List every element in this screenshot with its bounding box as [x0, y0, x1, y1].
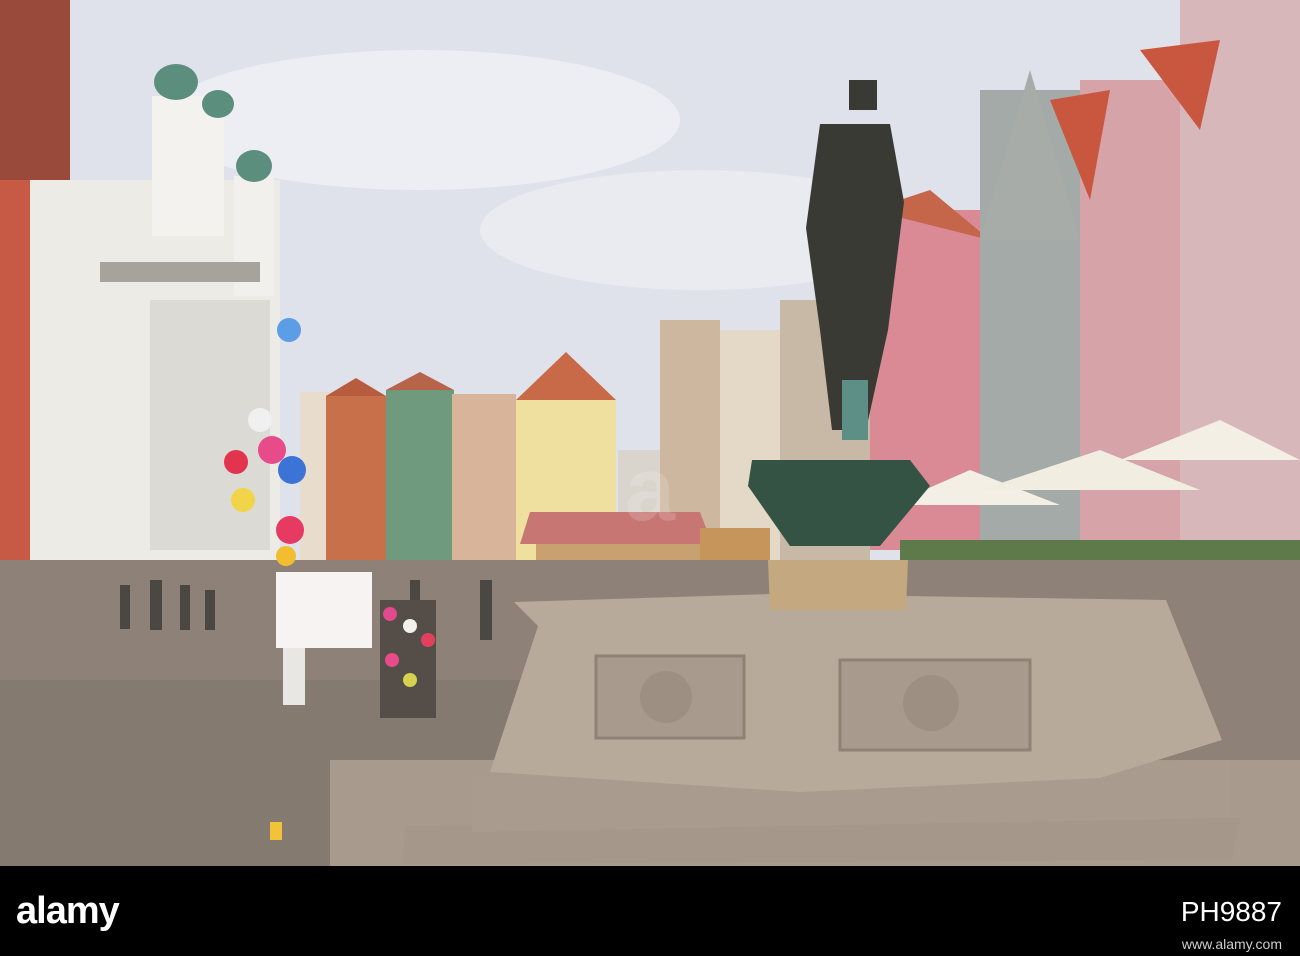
market-square-photo: a — [0, 0, 1300, 866]
image-id: PH9887 — [1180, 896, 1282, 927]
brand-logo: alamy — [16, 890, 120, 932]
stock-link: www.alamy.com — [1181, 936, 1282, 952]
watermark: a — [625, 440, 676, 540]
hat-stand — [380, 600, 436, 718]
paper-cup — [270, 822, 282, 840]
stock-footer: alamy PH9887 www.alamy.com — [0, 866, 1300, 956]
signboard — [276, 572, 372, 648]
